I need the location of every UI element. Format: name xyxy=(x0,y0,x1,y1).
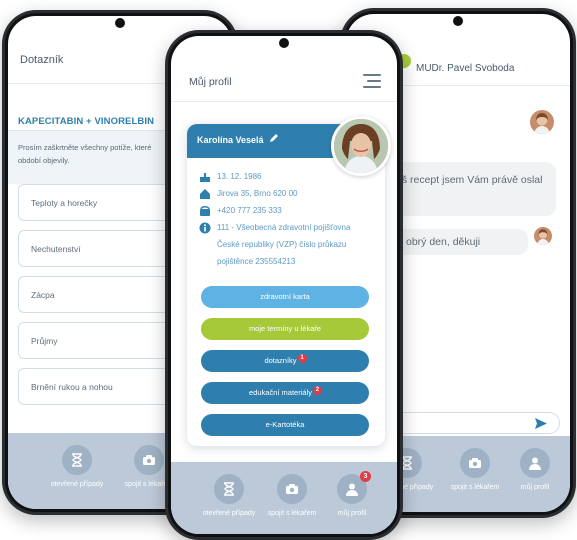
nav-contact-doctor[interactable]: spojit s lékařem xyxy=(442,448,508,491)
profile-name: Karolína Veselá xyxy=(197,135,264,145)
user-icon xyxy=(520,448,550,478)
camera-icon xyxy=(277,474,307,504)
questionnaire-title: KAPECITABIN + VINORELBIN xyxy=(18,116,155,127)
front-camera xyxy=(279,38,289,48)
profile-photo xyxy=(331,116,391,176)
user-avatar xyxy=(530,110,554,134)
profile-card: Karolína Veselá 13. 12. 1986 Jirova 35, … xyxy=(187,116,391,446)
info-icon xyxy=(199,222,211,234)
camera-icon xyxy=(460,448,490,478)
cake-icon xyxy=(200,173,210,182)
bottom-navigation: otevřené případy spojit s lékařem 3 můj … xyxy=(171,462,397,534)
appointments-button[interactable]: moje termíny u lékaře xyxy=(201,318,369,340)
home-icon xyxy=(200,189,210,199)
notification-badge: 1 xyxy=(297,354,307,363)
notification-badge: 3 xyxy=(360,471,371,482)
page-title: Dotazník xyxy=(20,54,64,66)
pencil-icon[interactable] xyxy=(269,133,279,143)
educational-materials-button[interactable]: edukační materiály 2 xyxy=(201,382,369,404)
nav-my-profile[interactable]: 3 můj profil xyxy=(319,471,385,517)
hourglass-icon xyxy=(214,474,244,504)
hourglass-icon xyxy=(62,445,92,475)
nav-open-cases[interactable]: otevřené případy xyxy=(44,445,110,488)
ekartoteka-button[interactable]: e-Kartotéka xyxy=(201,414,369,436)
profile-screen: Můj profil Karolína Veselá 13. 12. 1986 … xyxy=(171,36,397,534)
user-avatar xyxy=(534,227,552,245)
page-title: Můj profil xyxy=(189,76,232,88)
notification-badge: 2 xyxy=(312,386,322,395)
menu-icon[interactable] xyxy=(361,72,381,90)
send-icon[interactable] xyxy=(535,418,547,429)
nav-my-profile[interactable]: můj profil xyxy=(502,448,568,491)
user-icon: 3 xyxy=(337,471,371,504)
camera-icon xyxy=(134,445,164,475)
app-bar: Můj profil xyxy=(171,54,397,102)
nav-contact-doctor[interactable]: spojit s lékařem xyxy=(259,474,325,517)
front-camera xyxy=(115,18,125,28)
questionnaires-button[interactable]: dotazníky 1 xyxy=(201,350,369,372)
phone-profile: Můj profil Karolína Veselá 13. 12. 1986 … xyxy=(165,30,403,540)
health-card-button[interactable]: zdravotní karta xyxy=(201,286,369,308)
front-camera xyxy=(453,16,463,26)
doctor-name: MUDr. Pavel Svoboda xyxy=(416,63,515,74)
nav-open-cases[interactable]: otevřené případy xyxy=(196,474,262,517)
phone-icon xyxy=(200,206,210,216)
